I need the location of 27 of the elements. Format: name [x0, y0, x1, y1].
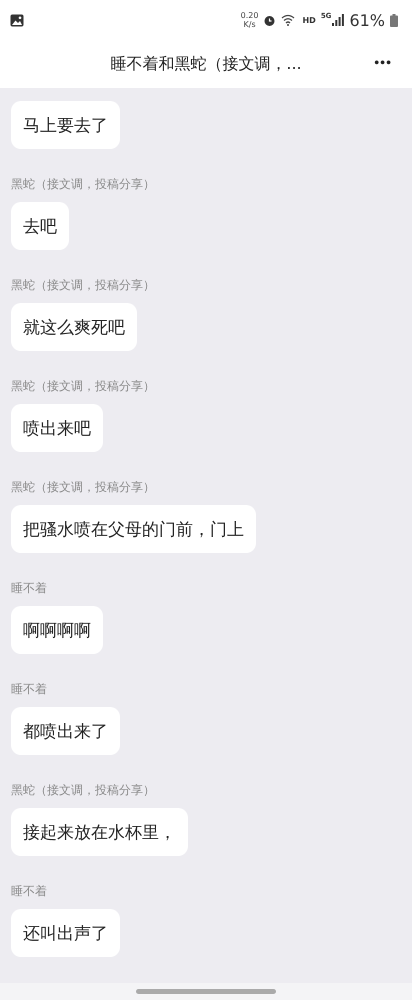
sender-name: 睡不着 — [11, 681, 47, 698]
image-icon — [10, 14, 24, 26]
battery-percent: 61% — [349, 10, 385, 30]
message-bubble: 啊啊啊啊 — [11, 606, 103, 654]
sender-name: 黑蛇（接文调，投稿分享） — [11, 176, 155, 193]
sender-name: 黑蛇（接文调，投稿分享） — [11, 479, 155, 496]
message-bubble: 马上要去了 — [11, 101, 120, 149]
signal-icon — [332, 14, 344, 26]
message-bubble: 去吧 — [11, 202, 69, 250]
chat-title: 睡不着和黑蛇（接文调，... — [110, 54, 302, 74]
network-label: HD — [302, 16, 316, 24]
sender-name: 黑蛇（接文调，投稿分享） — [11, 782, 155, 799]
home-indicator[interactable] — [136, 989, 276, 994]
message-bubble: 接起来放在水杯里， — [11, 808, 188, 856]
message-bubble: 就这么爽死吧 — [11, 303, 137, 351]
message-bubble: 都喷出来了 — [11, 707, 120, 755]
message-bubble: 把骚水喷在父母的门前，门上 — [11, 505, 256, 553]
more-button[interactable]: ••• — [372, 52, 394, 72]
sender-name: 黑蛇（接文调，投稿分享） — [11, 378, 155, 395]
message-bubble: 还叫出声了 — [11, 909, 120, 957]
sender-name: 睡不着 — [11, 580, 47, 597]
alarm-icon — [263, 14, 276, 26]
battery-icon — [390, 14, 398, 26]
sender-name: 黑蛇（接文调，投稿分享） — [11, 277, 155, 294]
sender-name: 睡不着 — [11, 883, 47, 900]
message-bubble: 喷出来吧 — [11, 404, 103, 452]
network-speed: 0.20 K/s — [240, 11, 258, 29]
